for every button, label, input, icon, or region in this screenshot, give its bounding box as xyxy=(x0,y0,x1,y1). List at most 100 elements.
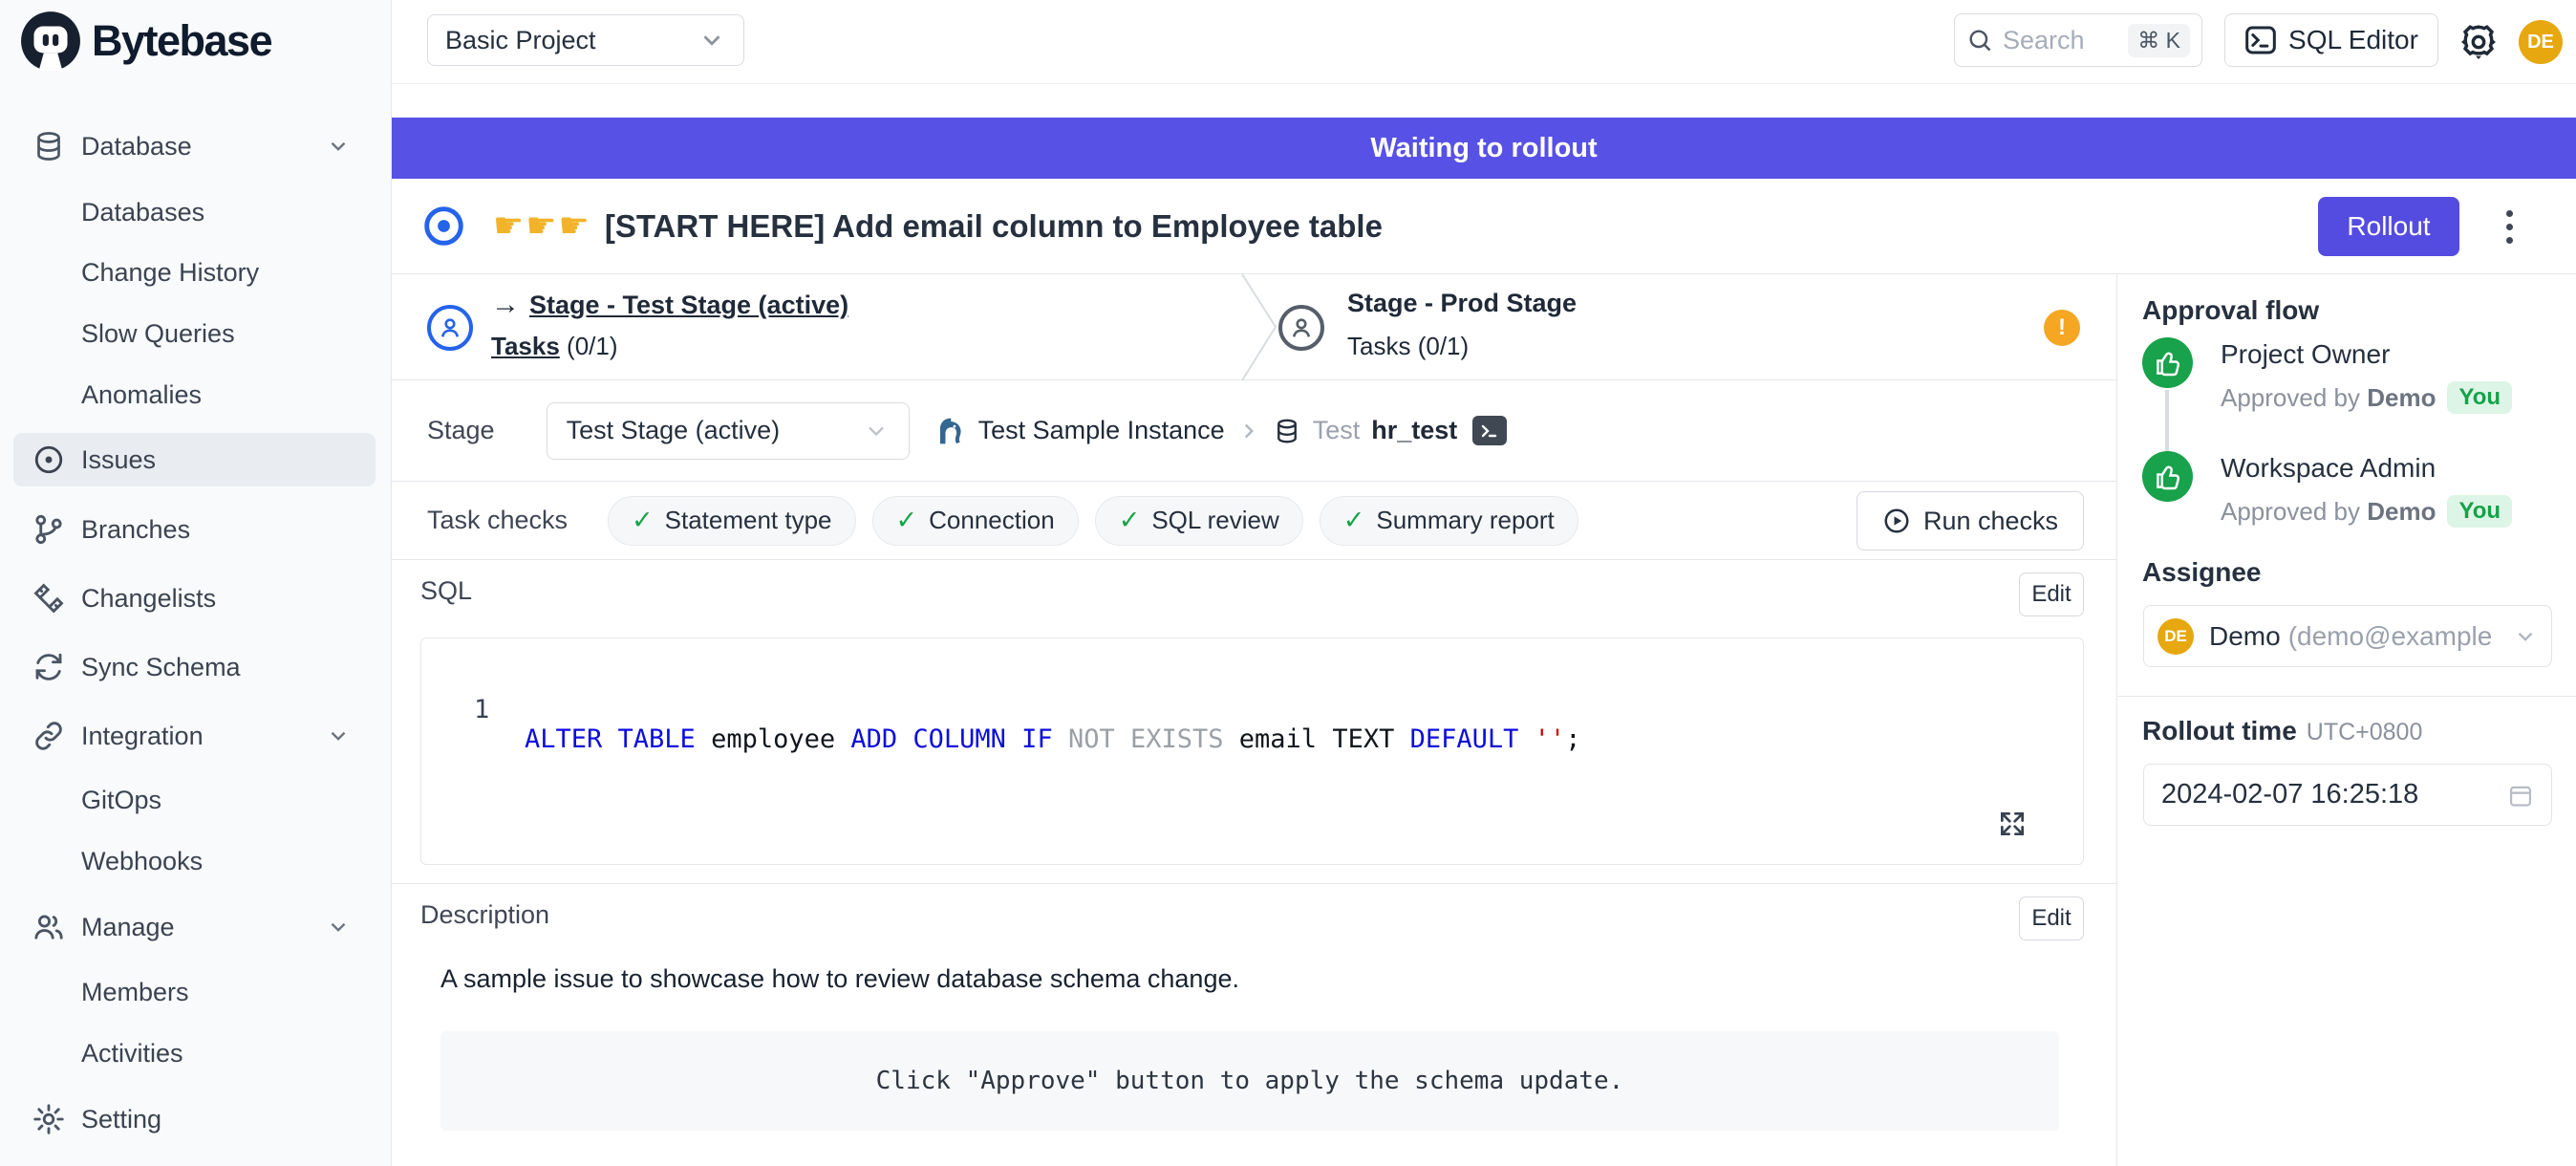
bytebase-logo[interactable]: Bytebase xyxy=(19,10,271,73)
breadcrumb-environment: Test xyxy=(1313,416,1361,445)
task-checks-label: Task checks xyxy=(427,506,608,535)
chevron-down-icon xyxy=(326,723,351,748)
stage-select[interactable]: Test Stage (active) xyxy=(547,402,910,460)
assignee-header: Assignee xyxy=(2142,557,2262,588)
status-banner: Waiting to rollout xyxy=(392,118,2576,179)
stage-separator xyxy=(1240,274,1278,380)
breadcrumb-database[interactable]: hr_test xyxy=(1371,416,1457,445)
check-icon: ✓ xyxy=(1119,506,1141,535)
approval-role: Workspace Admin xyxy=(2221,453,2436,484)
stage-label: Stage xyxy=(427,416,495,445)
approval-status: Approved by Demo You xyxy=(2221,495,2512,528)
sidebar-item-change-history[interactable]: Change History xyxy=(13,246,376,299)
user-avatar[interactable]: DE xyxy=(2519,20,2563,64)
check-pills: ✓Statement type ✓Connection ✓SQL review … xyxy=(608,496,1578,546)
approval-status: Approved by Demo You xyxy=(2221,381,2512,414)
sidebar-item-integration[interactable]: Integration xyxy=(13,709,376,763)
search-placeholder: Search xyxy=(2003,26,2085,55)
chevron-down-icon xyxy=(326,134,351,159)
kebab-menu-icon[interactable] xyxy=(2490,202,2528,251)
settings-gear-icon[interactable] xyxy=(2458,21,2500,63)
sql-editor-button[interactable]: SQL Editor xyxy=(2224,13,2438,67)
stage-approver-icon xyxy=(1278,305,1324,351)
description-section-header: Description xyxy=(420,900,549,930)
sidebar-item-slow-queries[interactable]: Slow Queries xyxy=(13,307,376,360)
database-icon xyxy=(1273,417,1301,445)
approved-thumbs-up-icon xyxy=(2142,451,2193,502)
task-checks-row: Task checks ✓Statement type ✓Connection … xyxy=(392,482,2116,560)
sidebar-item-webhooks[interactable]: Webhooks xyxy=(13,834,376,888)
stage-approver-icon xyxy=(427,305,473,351)
chevron-down-icon xyxy=(863,418,890,444)
chevron-right-icon xyxy=(1236,419,1261,443)
topbar: Basic Project Search ⌘ K SQL Editor DE xyxy=(392,0,2576,84)
rollout-time-input[interactable]: 2024-02-07 16:25:18 xyxy=(2143,764,2552,826)
sidebar-item-gitops[interactable]: GitOps xyxy=(13,773,376,827)
check-statement-type[interactable]: ✓Statement type xyxy=(608,496,856,546)
open-sql-editor-icon[interactable] xyxy=(1472,416,1507,445)
pencil-ruler-icon xyxy=(31,580,67,616)
chevron-down-icon xyxy=(326,915,351,939)
sidebar-item-sync-schema[interactable]: Sync Schema xyxy=(13,640,376,694)
project-select[interactable]: Basic Project xyxy=(427,14,744,66)
breadcrumb: Test Sample Instance Test hr_test xyxy=(934,415,1508,447)
play-circle-icon xyxy=(1882,507,1911,535)
chevron-down-icon xyxy=(698,26,726,54)
you-badge: You xyxy=(2447,381,2512,414)
description-text: A sample issue to showcase how to review… xyxy=(440,964,1239,994)
check-sql-review[interactable]: ✓SQL review xyxy=(1095,496,1303,546)
panel-divider xyxy=(2117,696,2576,697)
sql-section-header: SQL xyxy=(420,576,472,606)
stage-selector-bar: Stage Test Stage (active) Test Sample In… xyxy=(392,380,2116,482)
check-connection[interactable]: ✓Connection xyxy=(872,496,1079,546)
calendar-icon[interactable] xyxy=(2507,782,2534,809)
gear-icon xyxy=(31,1101,67,1137)
breadcrumb-instance[interactable]: Test Sample Instance xyxy=(978,416,1225,445)
check-summary-report[interactable]: ✓Summary report xyxy=(1320,496,1578,546)
search-input[interactable]: Search ⌘ K xyxy=(1954,13,2202,67)
sidebar-item-databases[interactable]: Databases xyxy=(13,185,376,239)
issue-header: ☛☛☛[START HERE] Add email column to Empl… xyxy=(392,179,2576,274)
sidebar-item-branches[interactable]: Branches xyxy=(13,503,376,556)
pointing-hands: ☛☛☛ xyxy=(493,205,591,245)
sidebar-item-issues[interactable]: Issues xyxy=(13,433,376,486)
description-code-block: Click "Approve" button to apply the sche… xyxy=(440,1031,2059,1131)
issue-main: →Stage - Test Stage (active) Tasks (0/1)… xyxy=(392,274,2116,1166)
issue-status-icon xyxy=(422,205,465,248)
sidebar-item-members[interactable]: Members xyxy=(13,965,376,1019)
run-checks-button[interactable]: Run checks xyxy=(1857,491,2084,551)
sidebar-item-anomalies[interactable]: Anomalies xyxy=(13,368,376,421)
section-divider xyxy=(392,883,2116,884)
terminal-icon xyxy=(2244,26,2277,54)
issues-icon xyxy=(31,442,67,478)
stage-prod[interactable]: Stage - Prod Stage Tasks (0/1) xyxy=(1278,274,2116,380)
current-stage-arrow: → xyxy=(491,289,520,320)
assignee-select[interactable]: DE Demo (demo@example xyxy=(2143,605,2552,667)
sidebar-item-activities[interactable]: Activities xyxy=(13,1026,376,1080)
search-icon xyxy=(1966,27,1993,54)
you-badge: You xyxy=(2447,495,2512,528)
expand-icon[interactable] xyxy=(1997,809,2028,839)
sidebar-item-setting[interactable]: Setting xyxy=(13,1092,376,1146)
approval-connector xyxy=(2165,390,2169,451)
sql-editor-view: 1 ALTER TABLE employee ADD COLUMN IF NOT… xyxy=(420,637,2084,865)
sidebar-item-manage[interactable]: Manage xyxy=(13,900,376,954)
description-edit-button[interactable]: Edit xyxy=(2019,896,2084,940)
check-icon: ✓ xyxy=(632,506,654,535)
approved-thumbs-up-icon xyxy=(2142,337,2193,388)
rollout-button[interactable]: Rollout xyxy=(2318,197,2459,256)
sql-edit-button[interactable]: Edit xyxy=(2019,572,2084,616)
page-title: ☛☛☛[START HERE] Add email column to Empl… xyxy=(493,205,1383,246)
check-icon: ✓ xyxy=(896,506,918,535)
brand-name: Bytebase xyxy=(92,16,271,66)
sidebar-item-changelists[interactable]: Changelists xyxy=(13,572,376,625)
database-icon xyxy=(31,128,67,164)
stage-strip: →Stage - Test Stage (active) Tasks (0/1)… xyxy=(392,274,2116,380)
sidebar-item-database[interactable]: Database xyxy=(13,119,376,173)
sql-statement: ALTER TABLE employee ADD COLUMN IF NOT E… xyxy=(525,724,1580,754)
stage-test[interactable]: →Stage - Test Stage (active) Tasks (0/1) xyxy=(392,274,1240,380)
check-icon: ✓ xyxy=(1343,506,1365,535)
chevron-down-icon xyxy=(2513,624,2538,649)
search-shortcut: ⌘ K xyxy=(2128,24,2190,57)
line-number: 1 xyxy=(474,695,489,724)
